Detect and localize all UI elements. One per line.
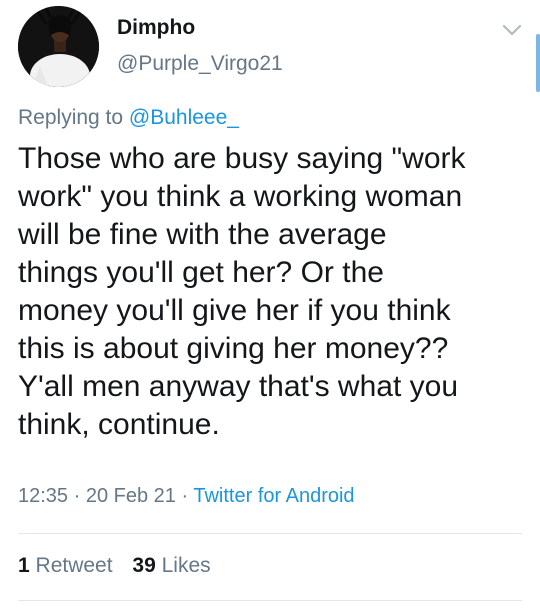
retweets-count: 1	[18, 554, 30, 577]
likes-stat[interactable]: 39 Likes	[132, 554, 210, 578]
tweet-stats: 1 Retweet 39 Likes	[18, 554, 225, 578]
likes-label: Likes	[161, 554, 211, 577]
tweet-source-link[interactable]: Twitter for Android	[193, 485, 354, 507]
avatar[interactable]	[18, 6, 99, 87]
divider	[18, 600, 522, 601]
meta-separator: ·	[73, 485, 81, 507]
tweet-meta: 12:35 · 20 Feb 21 · Twitter for Android	[18, 485, 355, 508]
reply-handle-link[interactable]: @Buhleee_	[129, 106, 239, 129]
retweets-label: Retweet	[35, 554, 113, 577]
avatar-photo	[18, 6, 99, 87]
meta-separator: ·	[181, 485, 189, 507]
scrollbar[interactable]	[536, 34, 540, 92]
retweets-stat[interactable]: 1 Retweet	[18, 554, 113, 578]
divider	[18, 533, 522, 534]
tweet-time: 12:35	[18, 485, 69, 507]
likes-count: 39	[132, 554, 156, 577]
tweet-text: Those who are busy saying "work work" yo…	[18, 142, 466, 441]
replying-to: Replying to @Buhleee_	[18, 106, 239, 130]
user-handle[interactable]: @Purple_Virgo21	[117, 52, 283, 76]
chevron-down-icon[interactable]	[500, 20, 524, 40]
display-name[interactable]: Dimpho	[117, 16, 195, 40]
tweet-date: 20 Feb 21	[85, 485, 176, 507]
replying-to-label: Replying to	[18, 106, 124, 129]
